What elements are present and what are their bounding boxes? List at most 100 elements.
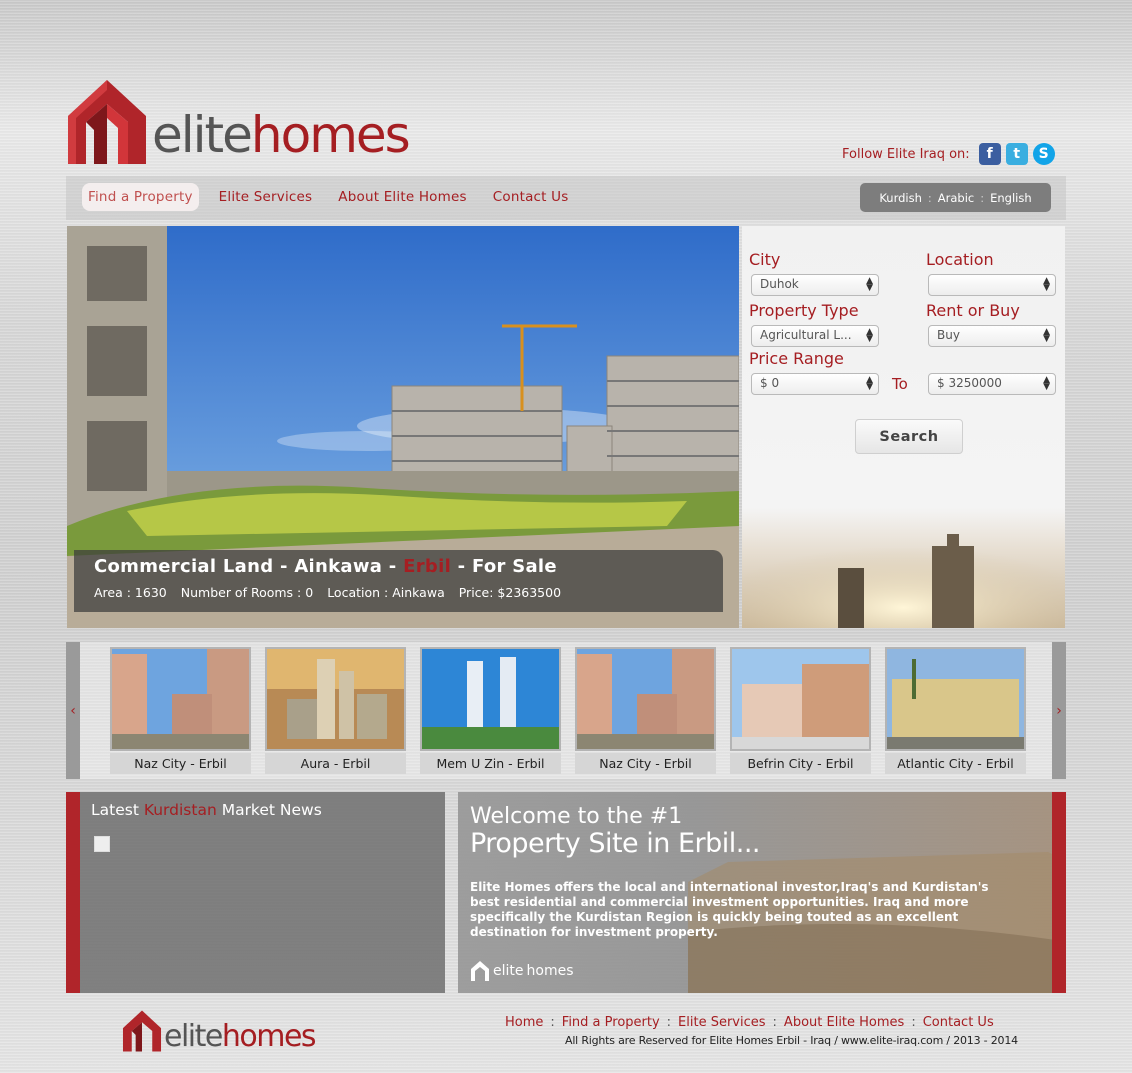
footer-link-home[interactable]: Home bbox=[505, 1015, 543, 1030]
property-type-value: Agricultural L... bbox=[760, 328, 852, 342]
carousel-next-button[interactable]: › bbox=[1052, 642, 1066, 779]
logo-text-elite: elite bbox=[152, 106, 253, 164]
mini-logo-text-homes: homes bbox=[526, 963, 574, 979]
price-max-select[interactable]: $ 3250000 ▲ ▼ bbox=[928, 373, 1056, 395]
hero-caption: Commercial Land - Ainkawa - Erbil - For … bbox=[74, 550, 723, 612]
follow-label: Follow Elite Iraq on: bbox=[842, 146, 970, 162]
property-search-panel: City Duhok ▲ ▼ Location ▲ ▼ Property Type A… bbox=[742, 226, 1065, 628]
welcome-box: Welcome to the #1 Property Site in Erbil… bbox=[458, 792, 1066, 993]
carousel-item[interactable]: Naz City - Erbil bbox=[110, 647, 251, 774]
mini-logo-text-elite: elite bbox=[493, 963, 524, 979]
hero-location: Location : Ainkawa bbox=[327, 585, 445, 600]
carousel-item-label: Atlantic City - Erbil bbox=[885, 753, 1026, 774]
hero-rooms: Number of Rooms : 0 bbox=[180, 585, 314, 600]
city-select[interactable]: Duhok ▲ ▼ bbox=[751, 274, 879, 296]
logo-text-homes: homes bbox=[250, 106, 411, 164]
footer-separator: : bbox=[666, 1015, 672, 1030]
property-thumbnail bbox=[730, 647, 871, 751]
property-thumbnail bbox=[110, 647, 251, 751]
carousel-item[interactable]: Aura - Erbil bbox=[265, 647, 406, 774]
select-arrows-icon: ▲ ▼ bbox=[1043, 276, 1050, 293]
location-select[interactable]: ▲ ▼ bbox=[928, 274, 1056, 296]
select-arrows-icon: ▲ ▼ bbox=[1043, 375, 1050, 392]
twitter-icon[interactable]: t bbox=[1005, 143, 1028, 165]
main-nav: Find a Property Elite Services About Eli… bbox=[82, 183, 574, 211]
carousel-item[interactable]: Naz City - Erbil bbox=[575, 647, 716, 774]
language-switcher: Kurdish : Arabic : English bbox=[860, 183, 1051, 212]
market-news-box: Latest Kurdistan Market News bbox=[66, 792, 445, 993]
hero-title-city: Erbil bbox=[403, 556, 452, 577]
news-heading-highlight: Kurdistan bbox=[143, 801, 217, 819]
social-follow: Follow Elite Iraq on: f t S bbox=[842, 143, 1055, 165]
news-heading-part2: Market News bbox=[216, 801, 322, 819]
carousel-item-label: Aura - Erbil bbox=[265, 753, 406, 774]
footer-separator: : bbox=[772, 1015, 777, 1030]
nav-contact[interactable]: Contact Us bbox=[487, 183, 575, 211]
location-label: Location bbox=[926, 250, 994, 269]
house-logo-icon bbox=[66, 78, 148, 166]
lang-arabic[interactable]: Arabic bbox=[938, 191, 974, 205]
welcome-body: Elite Homes offers the local and interna… bbox=[470, 880, 989, 939]
carousel-prev-button[interactable]: ‹ bbox=[66, 642, 80, 779]
carousel-item[interactable]: Befrin City - Erbil bbox=[730, 647, 871, 774]
carousel-track: Naz City - Erbil Aura - Erbil Mem U Zin … bbox=[110, 647, 1026, 774]
nav-about[interactable]: About Elite Homes bbox=[332, 183, 472, 211]
carousel-item[interactable]: Atlantic City - Erbil bbox=[885, 647, 1026, 774]
property-thumbnail bbox=[420, 647, 561, 751]
footer-link-elite-services[interactable]: Elite Services bbox=[678, 1015, 765, 1030]
skyline-illustration bbox=[742, 526, 1065, 628]
price-range-label: Price Range bbox=[749, 349, 844, 368]
carousel-item-label: Mem U Zin - Erbil bbox=[420, 753, 561, 774]
footer-link-contact[interactable]: Contact Us bbox=[923, 1015, 994, 1030]
select-arrows-icon: ▲ ▼ bbox=[866, 327, 873, 344]
house-logo-icon bbox=[471, 961, 489, 981]
select-arrows-icon: ▲ ▼ bbox=[866, 276, 873, 293]
footer-logo-homes: homes bbox=[221, 1019, 317, 1054]
carousel-item[interactable]: Mem U Zin - Erbil bbox=[420, 647, 561, 774]
welcome-line2: Property Site in Erbil... bbox=[470, 828, 761, 859]
search-button[interactable]: Search bbox=[855, 419, 963, 454]
copyright-text: All Rights are Reserved for Elite Homes … bbox=[565, 1034, 1018, 1047]
nav-find-property[interactable]: Find a Property bbox=[82, 183, 199, 211]
property-type-select[interactable]: Agricultural L... ▲ ▼ bbox=[751, 325, 879, 347]
hero-area: Area : 1630 bbox=[94, 585, 167, 600]
footer-separator: : bbox=[911, 1015, 916, 1030]
news-heading: Latest Kurdistan Market News bbox=[91, 801, 322, 819]
property-type-label: Property Type bbox=[749, 301, 859, 320]
footer-logo-elite: elite bbox=[164, 1019, 223, 1054]
to-label: To bbox=[892, 375, 908, 393]
city-value: Duhok bbox=[760, 277, 799, 291]
footer-link-find-property[interactable]: Find a Property bbox=[562, 1015, 660, 1030]
rent-or-buy-label: Rent or Buy bbox=[926, 301, 1020, 320]
carousel-item-label: Befrin City - Erbil bbox=[730, 753, 871, 774]
nav-elite-services[interactable]: Elite Services bbox=[213, 183, 319, 211]
select-arrows-icon: ▲ ▼ bbox=[866, 375, 873, 392]
lang-separator: : bbox=[980, 190, 985, 205]
carousel-item-label: Naz City - Erbil bbox=[575, 753, 716, 774]
house-logo-icon bbox=[122, 1010, 162, 1052]
price-max-value: $ 3250000 bbox=[937, 376, 1002, 390]
welcome-mini-logo: elite homes bbox=[470, 960, 573, 982]
property-thumbnail bbox=[885, 647, 1026, 751]
footer-logo[interactable]: elitehomes bbox=[122, 1008, 317, 1054]
hero-price: Price: $2363500 bbox=[458, 585, 562, 600]
select-arrows-icon: ▲ ▼ bbox=[1043, 327, 1050, 344]
skype-icon[interactable]: S bbox=[1032, 143, 1055, 165]
carousel-item-label: Naz City - Erbil bbox=[110, 753, 251, 774]
price-min-value: $ 0 bbox=[760, 376, 780, 390]
hero-title[interactable]: Commercial Land - Ainkawa - Erbil - For … bbox=[94, 556, 703, 577]
broken-image-icon bbox=[94, 836, 110, 852]
rent-or-buy-select[interactable]: Buy ▲ ▼ bbox=[928, 325, 1056, 347]
facebook-icon[interactable]: f bbox=[978, 143, 1001, 165]
hero-title-part2: - For Sale bbox=[451, 556, 557, 577]
footer-separator: : bbox=[550, 1015, 555, 1030]
city-label: City bbox=[749, 250, 781, 269]
lang-separator: : bbox=[927, 190, 932, 205]
lang-kurdish[interactable]: Kurdish bbox=[879, 191, 922, 205]
footer-link-about[interactable]: About Elite Homes bbox=[784, 1015, 904, 1030]
lang-english[interactable]: English bbox=[990, 191, 1032, 205]
price-min-select[interactable]: $ 0 ▲ ▼ bbox=[751, 373, 879, 395]
site-logo[interactable]: elitehomes bbox=[66, 74, 426, 166]
rent-or-buy-value: Buy bbox=[937, 328, 960, 342]
property-thumbnail bbox=[575, 647, 716, 751]
